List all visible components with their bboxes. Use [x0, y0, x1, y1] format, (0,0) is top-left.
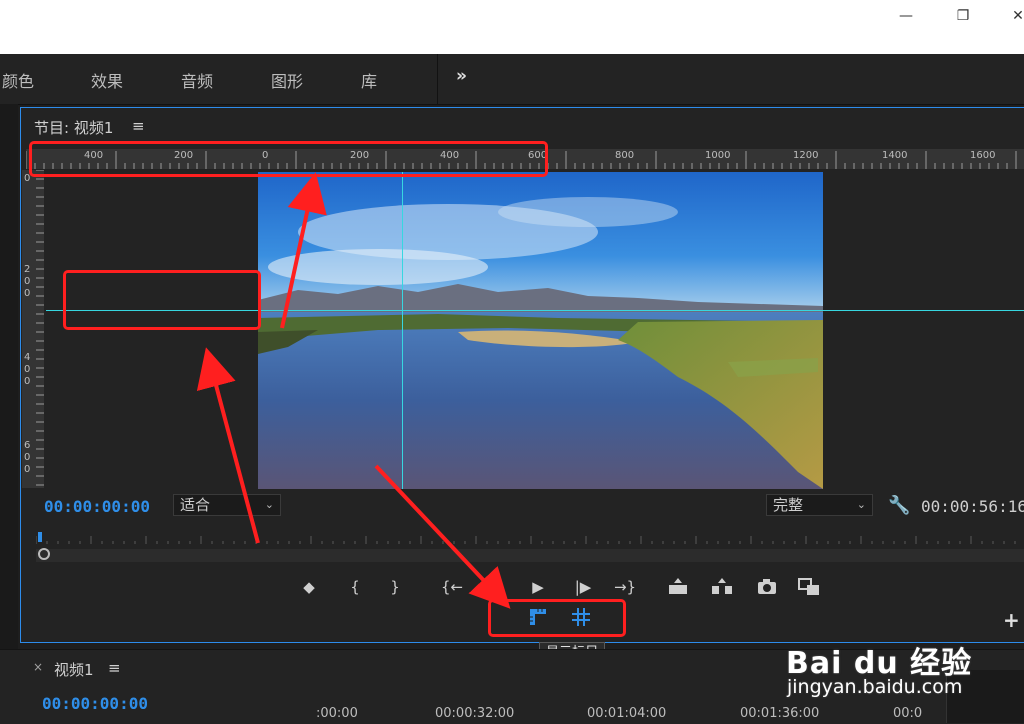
video-preview[interactable]	[258, 172, 823, 489]
duration-timecode: 00:00:56:16	[921, 497, 1024, 516]
playback-resolution-value: 完整	[773, 496, 804, 514]
ruler-label: 1400	[882, 150, 908, 161]
workspace-graphics[interactable]: 图形	[271, 68, 303, 92]
ruler-label: 800	[615, 150, 635, 161]
wrench-settings-icon[interactable]: 🔧	[888, 495, 910, 516]
workspace-audio[interactable]: 音频	[181, 68, 213, 92]
workspace-bar: 颜色 效果 音频 图形 库 »	[0, 54, 1024, 105]
timeline-tab-title[interactable]: 视频1	[54, 659, 94, 680]
annotation-box-ruler	[29, 141, 548, 177]
ruler-label: 4 0 0	[24, 352, 31, 387]
mark-in-button[interactable]: {	[343, 576, 367, 598]
add-button-icon[interactable]: +	[1003, 608, 1020, 632]
comparison-view-button[interactable]	[797, 576, 821, 598]
chevron-down-icon: ⌄	[856, 498, 866, 511]
minimize-button[interactable]: —	[894, 4, 918, 28]
ruler-label: 1000	[705, 150, 731, 161]
vertical-guide[interactable]	[402, 172, 403, 489]
export-frame-button[interactable]	[755, 576, 779, 598]
window-titlebar: — ❐ ✕	[0, 0, 1024, 54]
close-tab-icon[interactable]: ×	[33, 660, 43, 674]
restore-button[interactable]: ❐	[951, 4, 975, 28]
workspace-color[interactable]: 颜色	[2, 68, 34, 92]
annotation-box-guide	[63, 270, 261, 330]
camera-icon	[758, 579, 776, 594]
extract-icon	[712, 578, 732, 594]
timeline-ruler-label: 00:00:32:00	[435, 706, 515, 721]
playback-resolution-select[interactable]: 完整 ⌄	[766, 494, 873, 516]
workspace-overflow-button[interactable]: »	[456, 66, 467, 86]
extract-button[interactable]	[710, 576, 734, 598]
ruler-label: 1600	[970, 150, 996, 161]
timeline-timecode[interactable]: 00:00:00:00	[42, 694, 148, 713]
program-monitor-title[interactable]: 节目: 视频1	[34, 117, 113, 138]
chevron-down-icon: ⌄	[264, 498, 274, 511]
add-marker-button[interactable]: ◆	[297, 576, 321, 598]
mark-out-button[interactable]: }	[383, 576, 407, 598]
annotation-box-buttons	[488, 599, 626, 637]
zoom-level-select[interactable]: 适合 ⌄	[173, 494, 281, 516]
timeline-menu-icon[interactable]: ≡	[108, 659, 121, 677]
workspace-effects[interactable]: 效果	[91, 68, 123, 92]
close-window-button[interactable]: ✕	[1006, 4, 1024, 28]
lift-button[interactable]	[666, 576, 690, 598]
zoom-level-value: 适合	[180, 496, 211, 514]
timeline-ruler-label: 00:0	[893, 706, 923, 721]
scrub-ticks	[35, 532, 1024, 562]
go-to-out-button[interactable]: →}	[611, 576, 639, 598]
timeline-ruler-label: 00:01:36:00	[740, 706, 820, 721]
ruler-label: 6 0 0	[24, 440, 31, 475]
lift-icon	[669, 578, 687, 594]
playhead-timecode[interactable]: 00:00:00:00	[44, 497, 150, 516]
left-panel-edge	[0, 104, 18, 649]
go-to-in-button[interactable]: {←	[438, 576, 466, 598]
step-forward-button[interactable]: |▶	[571, 576, 595, 598]
ruler-label: 2 0 0	[24, 264, 31, 299]
play-button[interactable]: ▶	[526, 576, 550, 598]
timeline-ruler-label: 00:01:04:00	[587, 706, 667, 721]
monitor-scrub-bar[interactable]	[35, 532, 1024, 562]
watermark-url: jingyan.baidu.com	[787, 676, 963, 698]
video-frame-image	[258, 172, 823, 489]
workspace-separator	[437, 54, 438, 104]
program-monitor-menu-icon[interactable]: ≡	[132, 117, 145, 135]
workspace-library[interactable]: 库	[361, 68, 377, 92]
ruler-label: 1200	[793, 150, 819, 161]
step-back-button[interactable]: ◀|	[482, 576, 506, 598]
compare-icon	[798, 578, 819, 595]
timeline-ruler-label: :00:00	[316, 706, 358, 721]
